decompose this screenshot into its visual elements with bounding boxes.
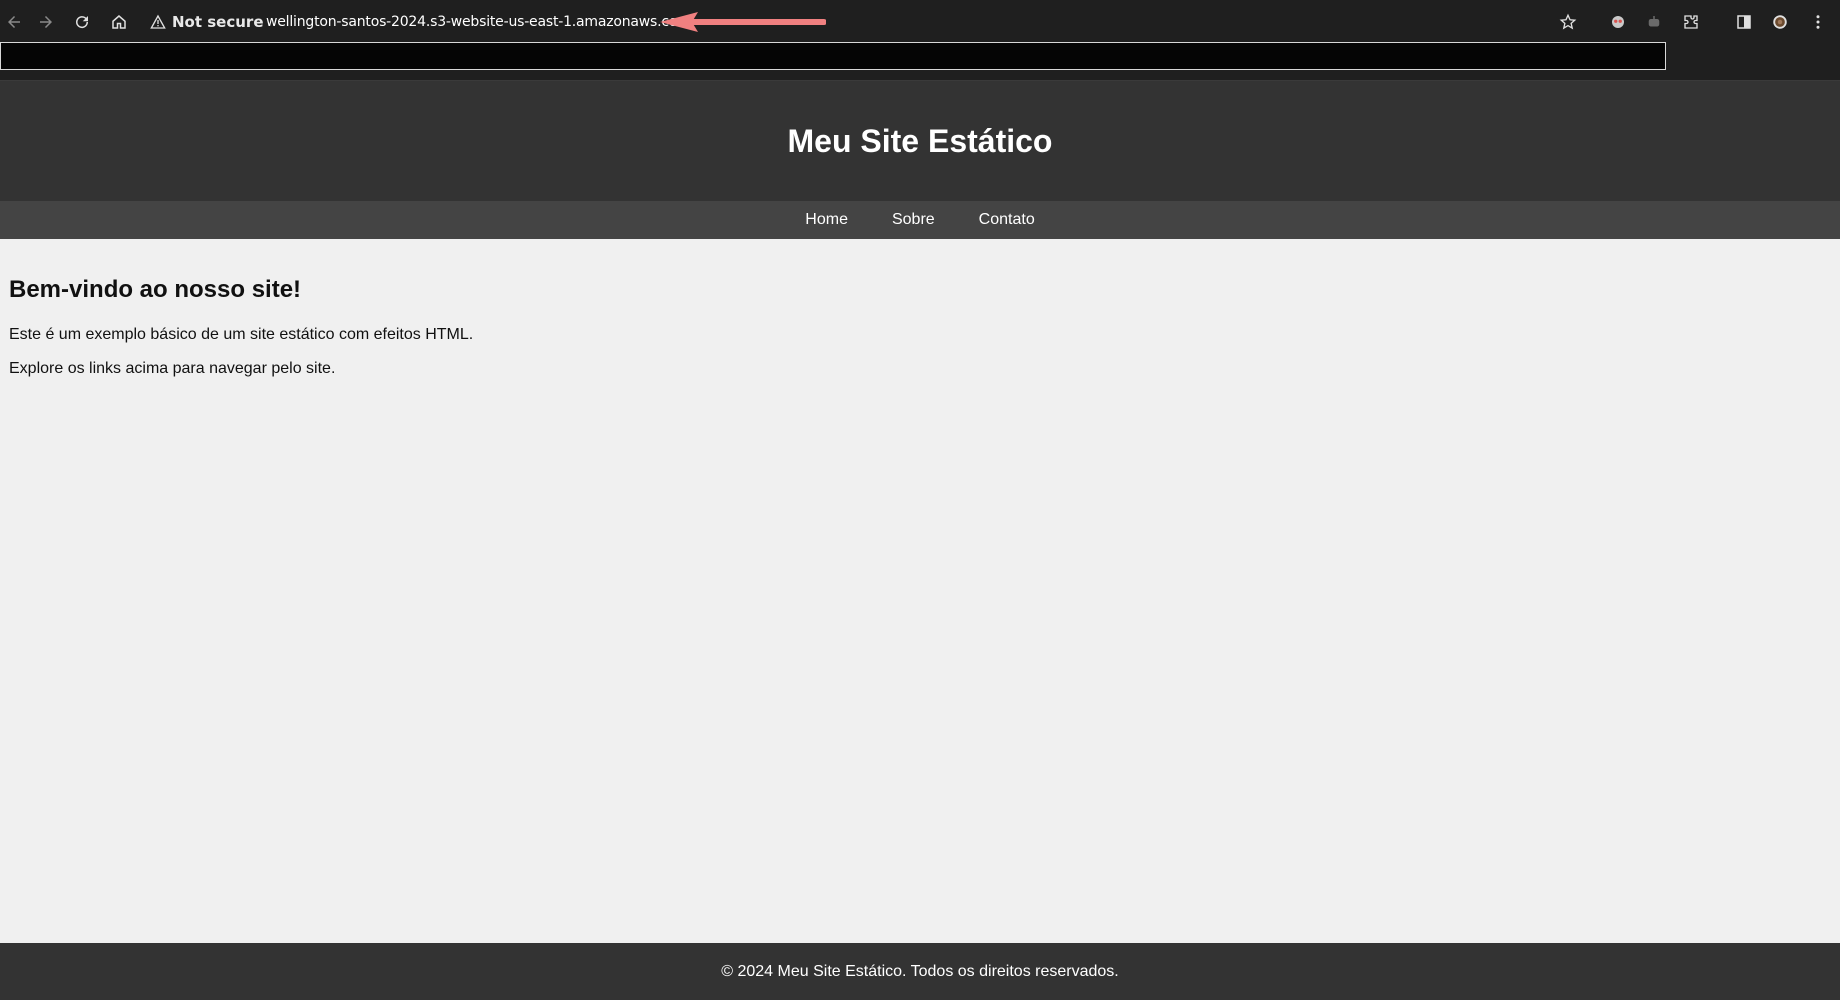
explore-paragraph: Explore os links acima para navegar pelo… xyxy=(9,360,336,377)
nav-link-home[interactable]: Home xyxy=(805,211,848,229)
extension-avatar-icon[interactable] xyxy=(1604,8,1632,36)
reload-icon[interactable] xyxy=(68,8,96,36)
warning-triangle-icon xyxy=(150,14,166,29)
security-indicator[interactable]: Not secure xyxy=(150,8,264,36)
nav-link-sobre[interactable]: Sobre xyxy=(892,211,935,229)
site-title: Meu Site Estático xyxy=(787,122,1053,159)
back-arrow-icon[interactable] xyxy=(0,8,28,36)
site-nav: Home Sobre Contato xyxy=(0,201,1840,239)
footer-text: © 2024 Meu Site Estático. Todos os direi… xyxy=(721,962,1119,980)
kebab-menu-icon[interactable] xyxy=(1804,8,1832,36)
profile-avatar-icon[interactable] xyxy=(1766,8,1794,36)
security-label: Not secure xyxy=(172,13,264,31)
forward-arrow-icon[interactable] xyxy=(32,8,60,36)
extension-robot-icon[interactable] xyxy=(1640,8,1668,36)
puzzle-icon[interactable] xyxy=(1677,8,1705,36)
annotation-arrow-icon xyxy=(660,12,826,32)
star-icon[interactable] xyxy=(1554,8,1582,36)
nav-link-contato[interactable]: Contato xyxy=(979,211,1035,229)
main-content: Bem-vindo ao nosso site! Este é um exemp… xyxy=(9,276,1809,394)
redacted-bookmarks-bar xyxy=(0,42,1666,70)
home-icon[interactable] xyxy=(105,8,133,36)
intro-paragraph: Este é um exemplo básico de um site está… xyxy=(9,326,474,343)
side-panel-icon[interactable] xyxy=(1730,8,1758,36)
site-footer: © 2024 Meu Site Estático. Todos os direi… xyxy=(0,943,1840,1000)
browser-toolbar: Not secure wellington-santos-2024.s3-web… xyxy=(0,0,1840,44)
welcome-heading: Bem-vindo ao nosso site! xyxy=(9,276,302,303)
site-header: Meu Site Estático xyxy=(0,81,1840,201)
address-bar-url[interactable]: wellington-santos-2024.s3-website-us-eas… xyxy=(266,8,691,36)
